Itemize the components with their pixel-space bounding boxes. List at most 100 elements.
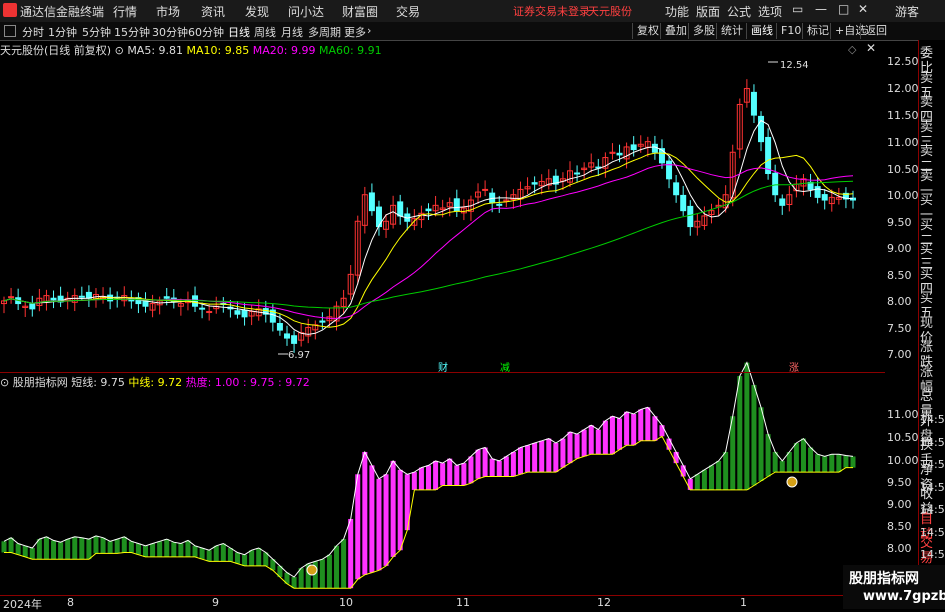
period-tab-weekly[interactable]: 周线 [254,24,276,40]
settings-icon[interactable]: ⊙ [115,44,124,57]
menu-formula[interactable]: 公式 [727,3,751,20]
date-tick: 1 [740,596,747,609]
date-tick: 2024年 [3,598,42,611]
candle-body [192,295,199,307]
period-tab-1min[interactable]: 1分钟 [48,24,77,40]
rise-badge[interactable]: 涨 [789,359,799,374]
indicator-bar [93,535,99,554]
indicator-header: ⊙ 股朋指标网 短线: 9.75 中线: 9.72 热度: 1.00 : 9.7… [0,374,310,390]
period-tab-60min[interactable]: 60分钟 [188,24,224,40]
menu-news[interactable]: 资讯 [201,3,225,20]
ind-tick: 9.00 [887,498,912,511]
time-tick: 14:56 [920,548,945,561]
indicator-bar [1,541,7,553]
menu-function[interactable]: 功能 [665,3,689,20]
period-tab-multi[interactable]: 多周期 [308,24,341,40]
minimize-icon[interactable]: ▭ [792,2,803,16]
indicator-bar [326,554,332,589]
price-tick: 9.00 [887,242,912,255]
btn-multi-stock[interactable]: 多股 [688,23,719,39]
indicator-bar [454,465,460,486]
menu-trade[interactable]: 交易 [396,3,420,20]
coin-icon [306,564,318,576]
ma10-label: MA10: 9.85 [186,44,250,57]
date-axis-separator [0,595,885,596]
main-chart-header: 天元股份(日线 前复权) ⊙ MA5: 9.81 MA10: 9.85 MA20… [0,42,382,58]
restore-icon[interactable]: — [815,2,827,16]
indicator-bar [631,414,637,446]
indicator-bar [121,536,127,553]
indicator-bar [440,463,446,486]
indicator-name: 股朋指标网 [12,376,68,389]
indicator-bar [694,474,700,490]
indicator-bar [793,443,799,473]
ind-tick: 10.50 [887,431,919,444]
indicator-bar [709,465,714,490]
indicator-bar [65,539,71,560]
btn-back[interactable]: 返回 [860,23,891,39]
indicator-bar [539,440,545,473]
period-tab-intraday[interactable]: 分时 [22,24,44,40]
menu-quotes[interactable]: 行情 [113,3,137,20]
indicator-bar [206,550,212,562]
finance-badge[interactable]: 财 [438,359,448,374]
btn-f10[interactable]: F10 [776,23,805,39]
indicator-bar [588,425,594,455]
guest-label[interactable]: 游客 [895,3,919,20]
btn-stats[interactable]: 统计 [716,23,747,39]
btn-draw[interactable]: 画线 [746,23,777,39]
indicator-bar [433,460,439,490]
menu-options[interactable]: 选项 [758,3,782,20]
indicator-bar [815,454,821,473]
menu-ask[interactable]: 问小达 [288,3,324,20]
panel-close-icon[interactable]: ✕ [866,41,876,55]
period-tab-15min[interactable]: 15分钟 [114,24,150,40]
reduce-badge[interactable]: 减 [500,359,510,374]
indicator-bar [86,539,92,560]
period-tab-monthly[interactable]: 月线 [281,24,303,40]
indicator-bar [659,425,665,437]
btn-mark[interactable]: 标记 [802,23,833,39]
indicator-settings-icon[interactable]: ⊙ [0,376,9,389]
btn-overlay[interactable]: 叠加 [660,23,691,39]
indicator-bar [751,384,757,486]
watermark: 股朋指标网 www.7gpzb.com [843,565,945,609]
maximize-icon[interactable]: □ [838,2,849,16]
candle-body [8,296,15,299]
btn-adjust[interactable]: 复权 [632,23,663,39]
indicator-bar [447,458,453,486]
indicator-bar [475,449,481,479]
indicator-bar [468,456,474,484]
period-tab-daily[interactable]: 日线 [228,24,250,40]
indicator-bar [617,418,623,450]
price-tick: 7.00 [887,348,912,361]
indicator-bar [418,467,424,490]
indicator-bar [29,548,35,560]
period-tab-more[interactable]: 更多 [344,24,366,40]
close-icon[interactable]: ✕ [858,2,868,16]
ma5-label: MA5: 9.81 [127,44,184,57]
price-tick: 9.50 [887,216,912,229]
indicator-bar [348,518,354,589]
menu-market[interactable]: 市场 [156,3,180,20]
menu-discover[interactable]: 发现 [245,3,269,20]
period-tab-30min[interactable]: 30分钟 [152,24,188,40]
indicator-bar [150,543,156,557]
indicator-bar [701,469,707,490]
menu-layout[interactable]: 版面 [696,3,720,20]
price-tick: 8.50 [887,269,912,282]
time-tick: 14:56 [920,503,945,516]
indicator-bar [517,447,523,475]
time-tick: 14:56 [920,413,945,426]
candle-body [687,205,694,228]
diamond-icon[interactable]: ◇ [848,43,856,56]
period-toolbar: 分时 1分钟 5分钟 15分钟 30分钟 60分钟 日线 周线 月线 多周期 更… [0,22,945,41]
period-tab-5min[interactable]: 5分钟 [82,24,111,40]
more-chevron-icon[interactable]: › [367,24,371,37]
indicator-bar [836,454,842,473]
indicator-bar [779,460,785,473]
indicator-bar [411,472,417,490]
menu-toggle-icon[interactable] [4,25,16,37]
kline-chart[interactable] [0,40,886,596]
menu-wealth[interactable]: 财富圈 [342,3,378,20]
